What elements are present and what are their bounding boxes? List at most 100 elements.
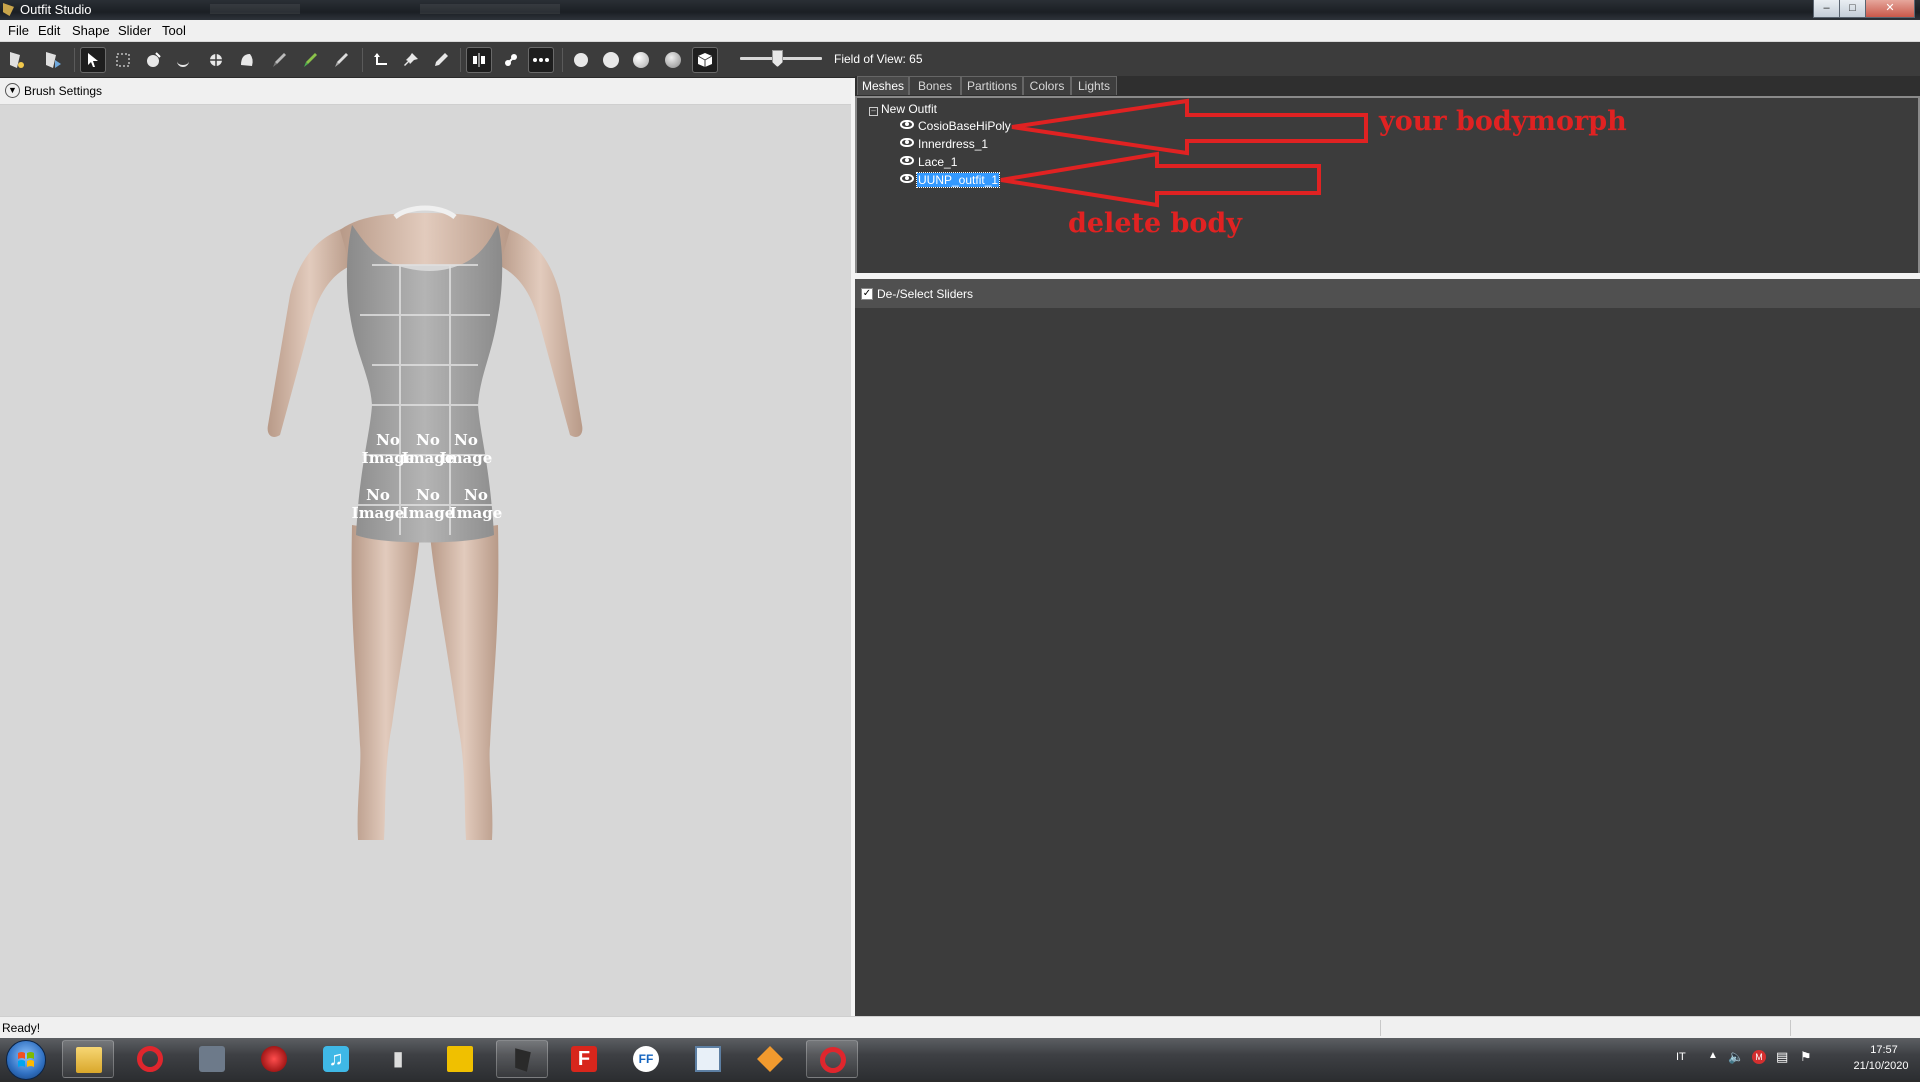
- taskbar-ffdec[interactable]: FF: [620, 1040, 672, 1078]
- menu-edit[interactable]: Edit: [38, 23, 60, 38]
- tab-meshes[interactable]: Meshes: [857, 76, 909, 95]
- paintbrush-icon: [273, 53, 286, 67]
- 3d-viewport[interactable]: No Image No Image No Image No Image No I…: [0, 105, 851, 1016]
- taskbar-game-app[interactable]: [186, 1040, 238, 1078]
- brush-settings-label: Brush Settings: [24, 84, 103, 98]
- slider-header: ✓ De-/Select Sliders: [855, 279, 1920, 308]
- outfit-open-icon: [46, 52, 61, 68]
- window-title: Outfit Studio: [20, 2, 92, 17]
- pivot-tool-button[interactable]: [398, 47, 424, 73]
- alpha-paint-button[interactable]: [328, 47, 354, 73]
- show-hidden-icons-icon[interactable]: ▲: [1708, 1050, 1718, 1061]
- taskbar-audio-editor[interactable]: ▮: [372, 1040, 424, 1078]
- cube-icon: [697, 53, 713, 67]
- fov-label: Field of View: 65: [834, 52, 923, 66]
- maximize-button[interactable]: □: [1839, 0, 1866, 18]
- wireframe-button[interactable]: [598, 47, 624, 73]
- outfit-studio-icon: [515, 1048, 531, 1072]
- tab-bones[interactable]: Bones: [909, 76, 961, 95]
- placeholder-texture-label: No: [416, 431, 440, 449]
- taskbar-red-app[interactable]: [248, 1040, 300, 1078]
- window-icon: [695, 1046, 721, 1072]
- arrow-to-bodymorph: [1011, 98, 1368, 156]
- taskbar-outfit-studio[interactable]: [496, 1040, 548, 1078]
- speaker-icon: ▮: [392, 1048, 404, 1070]
- taskbar-flash[interactable]: F: [558, 1040, 610, 1078]
- tab-partitions[interactable]: Partitions: [961, 76, 1023, 95]
- taskbar-notepad[interactable]: [682, 1040, 734, 1078]
- load-project-button[interactable]: [40, 47, 66, 73]
- language-indicator[interactable]: IT: [1676, 1051, 1686, 1063]
- opera-icon: [137, 1046, 163, 1072]
- transform-axes-icon: [374, 53, 387, 65]
- windows-taskbar: ♫ ▮ F FF IT ▲ 🔈 M ▤ ⚑ 17:57 21/10/2020: [0, 1038, 1920, 1080]
- weight-paint-button[interactable]: [266, 47, 292, 73]
- toolbar-separator: [74, 48, 75, 72]
- select-sliders-label: De-/Select Sliders: [877, 287, 974, 301]
- taskbar-opera-active[interactable]: [806, 1040, 858, 1078]
- menu-tool[interactable]: Tool: [162, 23, 186, 38]
- start-button[interactable]: [6, 1040, 46, 1080]
- taskbar-mixer[interactable]: [744, 1040, 796, 1078]
- tab-lights[interactable]: Lights: [1071, 76, 1117, 95]
- connected-icon: [505, 54, 517, 66]
- sphere-icon: [603, 52, 619, 68]
- connected-only-button[interactable]: [498, 47, 524, 73]
- status-divider: [1380, 1020, 1381, 1036]
- toolbar-separator: [562, 48, 563, 72]
- menu-slider[interactable]: Slider: [118, 23, 151, 38]
- mask-tool-button[interactable]: [110, 47, 136, 73]
- clock-date[interactable]: 21/10/2020: [1848, 1060, 1914, 1072]
- lighting-button[interactable]: [628, 47, 654, 73]
- clock-time[interactable]: 17:57: [1854, 1044, 1914, 1056]
- taskbar-opera[interactable]: [124, 1040, 176, 1078]
- network-icon[interactable]: ▤: [1776, 1049, 1788, 1065]
- select-tool-button[interactable]: [80, 47, 106, 73]
- yellow-app-icon: [447, 1046, 473, 1072]
- mirror-icon: [473, 53, 485, 67]
- placeholder-texture-label: No: [366, 486, 390, 504]
- shading-mode-button[interactable]: [568, 47, 594, 73]
- placeholder-texture-label: Image: [352, 504, 405, 522]
- smooth-brush-button[interactable]: [234, 47, 260, 73]
- tab-colors[interactable]: Colors: [1023, 76, 1071, 95]
- inflate-brush-button[interactable]: [140, 47, 166, 73]
- taskbar-file-explorer[interactable]: [62, 1040, 114, 1078]
- transform-tool-button[interactable]: [368, 47, 394, 73]
- menu-file[interactable]: File: [8, 23, 29, 38]
- new-project-button[interactable]: [4, 47, 30, 73]
- action-center-flag-icon[interactable]: ⚑: [1800, 1049, 1812, 1065]
- placeholder-texture-label: No: [464, 486, 488, 504]
- menu-shape[interactable]: Shape: [72, 23, 110, 38]
- x-mirror-button[interactable]: [466, 47, 492, 73]
- global-brush-button[interactable]: [528, 47, 554, 73]
- color-paint-button[interactable]: [297, 47, 323, 73]
- vertex-edit-button[interactable]: [428, 47, 454, 73]
- taskbar-music[interactable]: ♫: [310, 1040, 362, 1078]
- minimize-button[interactable]: –: [1813, 0, 1840, 18]
- move-brush-button[interactable]: [203, 47, 229, 73]
- volume-icon[interactable]: 🔈: [1728, 1049, 1744, 1065]
- status-divider: [1790, 1020, 1791, 1036]
- tray-badge-icon[interactable]: M: [1752, 1050, 1766, 1064]
- taskbar-folder-app[interactable]: [434, 1040, 486, 1078]
- toolbar-separator: [460, 48, 461, 72]
- menu-bar: File Edit Shape Slider Tool: [0, 20, 1920, 42]
- outfit-preview: No Image No Image No Image No Image No I…: [267, 205, 583, 840]
- move-brush-icon: [208, 52, 224, 68]
- mesh-view-button[interactable]: [692, 47, 718, 73]
- select-sliders-checkbox[interactable]: ✓: [861, 288, 873, 300]
- close-button[interactable]: ✕: [1865, 0, 1915, 18]
- textures-button[interactable]: [660, 47, 686, 73]
- chevron-down-icon[interactable]: ▼: [5, 83, 20, 98]
- opera-icon: [820, 1047, 846, 1073]
- deflate-brush-button[interactable]: [170, 47, 196, 73]
- title-bar: Outfit Studio – □ ✕: [0, 0, 1920, 20]
- inflate-brush-icon: [147, 52, 161, 67]
- placeholder-texture-label: No: [454, 431, 478, 449]
- status-text: Ready!: [2, 1021, 41, 1035]
- outfit-studio-app-icon: [3, 3, 14, 16]
- toolbar: [0, 42, 1920, 78]
- lit-sphere-icon: [633, 52, 649, 68]
- brush-settings-bar[interactable]: ▼ Brush Settings: [0, 78, 851, 105]
